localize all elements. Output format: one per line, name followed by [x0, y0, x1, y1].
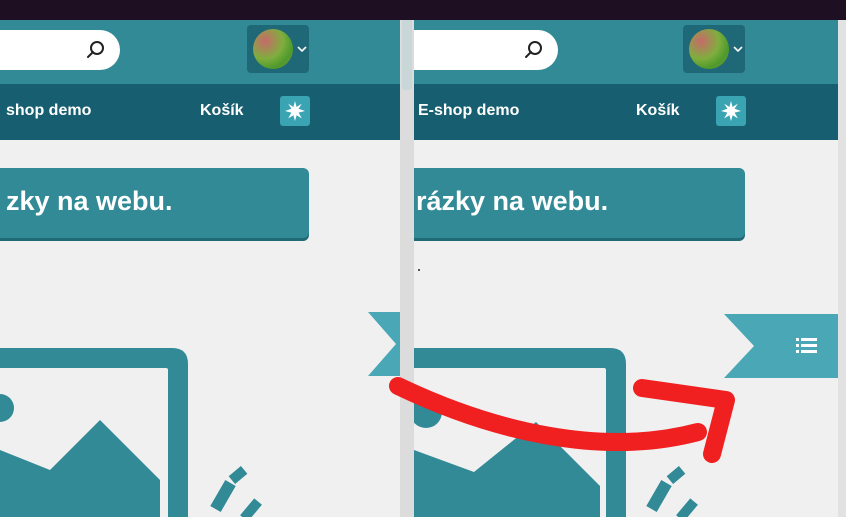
search-input[interactable] [414, 30, 558, 70]
search-icon[interactable] [524, 40, 544, 60]
nav-shop-demo[interactable]: E-shop demo [418, 102, 519, 120]
red-curved-arrow-annotation [389, 377, 735, 463]
screenshot-before: shop demo Košík zky na webu. [0, 20, 400, 517]
site-header [414, 20, 838, 84]
nav-cart[interactable]: Košík [636, 102, 680, 120]
main-nav: E-shop demo Košík [414, 84, 838, 140]
scrollbar-thumb[interactable] [402, 20, 412, 90]
user-avatar [689, 29, 729, 69]
hero-banner: zky na webu. [0, 168, 309, 238]
main-nav: shop demo Košík [0, 84, 400, 140]
sun-icon [285, 101, 305, 121]
hero-banner-text: rázky na webu. [416, 186, 609, 216]
window-top-strip [0, 0, 846, 20]
theme-toggle-button[interactable] [716, 96, 746, 126]
hero-banner-text: zky na webu. [6, 186, 173, 216]
panel-right-edge [838, 20, 846, 517]
nav-shop-demo[interactable]: shop demo [6, 102, 91, 120]
site-header [0, 20, 400, 84]
chevron-down-icon [297, 46, 307, 53]
theme-toggle-button[interactable] [280, 96, 310, 126]
stray-dot [418, 269, 420, 271]
hero-banner: rázky na webu. [414, 168, 745, 238]
nav-cart[interactable]: Košík [200, 102, 244, 120]
user-menu-button[interactable] [247, 25, 309, 73]
chevron-down-icon [733, 46, 743, 53]
search-input[interactable] [0, 30, 120, 70]
user-menu-button[interactable] [683, 25, 745, 73]
sun-icon [721, 101, 741, 121]
user-avatar [253, 29, 293, 69]
search-icon[interactable] [86, 40, 106, 60]
image-placeholder-illustration [0, 348, 262, 517]
